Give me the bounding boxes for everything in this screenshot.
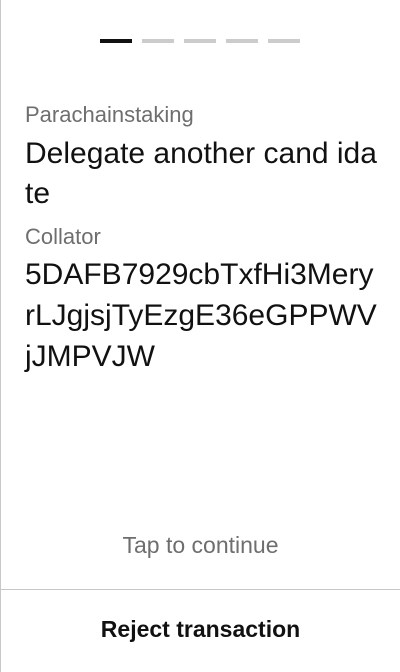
page-indicator <box>100 39 300 43</box>
reject-transaction-button[interactable]: Reject transaction <box>1 616 400 643</box>
divider <box>1 589 400 590</box>
collator-address: 5DAFB7929cbTxfHi3MeryrLJgjsjTyEzgE36eGPP… <box>25 258 377 373</box>
transaction-details[interactable]: Parachainstaking Delegate another cand i… <box>25 100 382 377</box>
field-label: Collator <box>25 224 101 249</box>
method-name: Delegate another cand idate <box>25 137 377 210</box>
page-indicator-dot <box>268 39 300 43</box>
pallet-label: Parachainstaking <box>25 102 194 127</box>
page-indicator-dot-active <box>100 39 132 43</box>
page-indicator-dot <box>184 39 216 43</box>
page-indicator-dot <box>142 39 174 43</box>
tap-to-continue-hint[interactable]: Tap to continue <box>1 532 400 559</box>
page-indicator-dot <box>226 39 258 43</box>
